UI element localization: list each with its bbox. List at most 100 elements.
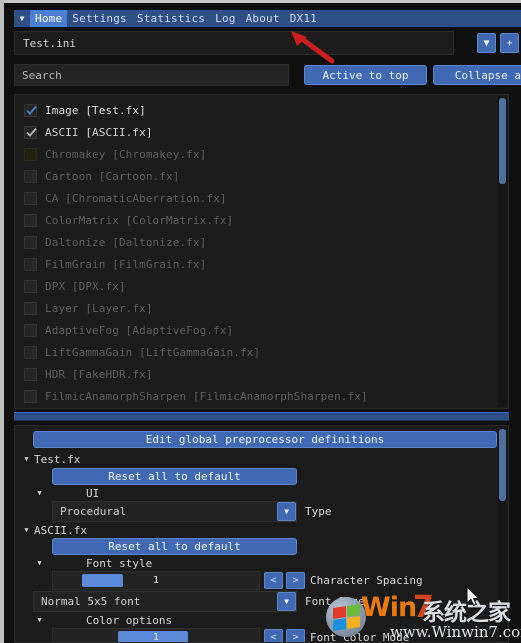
effect-list-item[interactable]: Chromakey [Chromakey.fx] xyxy=(15,143,498,165)
font-color-mode-increment-button[interactable]: > xyxy=(286,629,305,642)
effect-list-item[interactable]: DPX [DPX.fx] xyxy=(15,275,498,297)
effect-list-item[interactable]: AdaptiveFog [AdaptiveFog.fx] xyxy=(15,319,498,341)
effect-list-item[interactable]: FilmicAnamorphSharpen [FilmicAnamorphSha… xyxy=(15,385,498,407)
tab-statistics-label: Statistics xyxy=(136,12,206,25)
tab-dx11-label: DX11 xyxy=(289,12,318,25)
effect-checkbox[interactable] xyxy=(24,191,37,205)
effect-label: ASCII [ASCII.fx] xyxy=(45,125,153,139)
effect-checkbox[interactable] xyxy=(24,169,37,183)
effect-checkbox[interactable] xyxy=(24,125,37,139)
chevron-down-icon: ▼ xyxy=(483,37,490,49)
tab-log[interactable]: Log xyxy=(210,10,240,27)
effect-checkbox[interactable] xyxy=(24,213,37,227)
font-color-mode-decrement-button[interactable]: < xyxy=(264,629,283,642)
character-spacing-caption: Character Spacing xyxy=(310,574,423,587)
scrollbar-thumb[interactable] xyxy=(499,429,506,501)
preset-add-label: + xyxy=(506,37,513,49)
reset-all-label: Reset all to default xyxy=(108,470,241,483)
section-header-ascii-fx[interactable]: ▼ ASCII.fx xyxy=(21,522,87,538)
reset-all-button-test-fx[interactable]: Reset all to default xyxy=(52,468,297,485)
effect-checkbox[interactable] xyxy=(24,345,37,359)
chevron-down-icon[interactable]: ▼ xyxy=(277,592,296,611)
tab-settings[interactable]: Settings xyxy=(67,10,132,27)
effect-checkbox[interactable] xyxy=(24,367,37,381)
effect-list-item[interactable]: Image [Test.fx] xyxy=(15,99,498,121)
reset-all-label: Reset all to default xyxy=(108,540,241,553)
tab-dx11[interactable]: DX11 xyxy=(285,10,322,27)
preset-add-button[interactable]: + xyxy=(500,33,519,53)
font-size-combo[interactable]: Normal 5x5 font ▼ xyxy=(33,591,297,612)
effects-list-scrollbar[interactable] xyxy=(498,96,507,407)
type-combo-value: Procedural xyxy=(60,505,127,518)
edit-global-preprocessor-button[interactable]: Edit global preprocessor definitions xyxy=(33,431,497,448)
chevron-down-icon[interactable]: ▼ xyxy=(277,502,296,521)
effect-list-item[interactable]: LUT [LUT.fx] xyxy=(15,407,498,408)
effect-list-item[interactable]: Daltonize [Daltonize.fx] xyxy=(15,231,498,253)
search-input-value: Search xyxy=(22,68,62,82)
font-size-combo-caption: Font Size xyxy=(305,595,365,608)
effect-checkbox[interactable] xyxy=(24,301,37,315)
chevron-down-icon: ▼ xyxy=(24,526,29,534)
section-name: Test.fx xyxy=(34,452,81,466)
effect-list-item[interactable]: FilmGrain [FilmGrain.fx] xyxy=(15,253,498,275)
search-input[interactable]: Search xyxy=(14,64,289,86)
effect-checkbox[interactable] xyxy=(24,257,37,271)
chevron-down-icon: ▼ xyxy=(37,489,42,497)
effect-checkbox[interactable] xyxy=(24,323,37,337)
preset-path-input[interactable]: Test.ini xyxy=(14,31,454,55)
group-header-ui[interactable]: ▼ UI xyxy=(33,485,99,501)
preset-row: Test.ini ▼ + − xyxy=(14,31,519,55)
effect-list-item[interactable]: ColorMatrix [ColorMatrix.fx] xyxy=(15,209,498,231)
tab-home[interactable]: Home xyxy=(30,10,68,27)
edit-global-preprocessor-label: Edit global preprocessor definitions xyxy=(145,433,385,446)
title-strip xyxy=(4,3,521,9)
search-row: Search Active to top Collapse all xyxy=(14,64,521,86)
type-combo[interactable]: Procedural ▼ xyxy=(52,501,297,522)
effect-checkbox[interactable] xyxy=(24,103,37,117)
effect-checkbox[interactable] xyxy=(24,279,37,293)
active-to-top-button[interactable]: Active to top xyxy=(304,65,427,85)
reset-all-button-ascii-fx[interactable]: Reset all to default xyxy=(52,538,297,555)
effects-list: Image [Test.fx] ASCII [ASCII.fx] Chromak… xyxy=(15,95,498,408)
effect-checkbox[interactable] xyxy=(24,147,37,161)
tab-about-label: About xyxy=(245,12,280,25)
effect-list-item[interactable]: LiftGammaGain [LiftGammaGain.fx] xyxy=(15,341,498,363)
section-header-test-fx[interactable]: ▼ Test.fx xyxy=(21,451,80,467)
panel-splitter[interactable] xyxy=(14,412,509,421)
effect-checkbox[interactable] xyxy=(24,235,37,249)
scrollbar-thumb[interactable] xyxy=(499,98,506,184)
tab-about[interactable]: About xyxy=(241,10,285,27)
effects-list-panel[interactable]: Image [Test.fx] ASCII [ASCII.fx] Chromak… xyxy=(14,94,509,409)
character-spacing-decrement-button[interactable]: < xyxy=(264,572,283,589)
chevron-down-icon: ▼ xyxy=(24,455,29,463)
effect-checkbox[interactable] xyxy=(24,389,37,403)
tab-statistics[interactable]: Statistics xyxy=(132,10,210,27)
effect-list-item[interactable]: HDR [FakeHDR.fx] xyxy=(15,363,498,385)
chevron-down-icon: ▼ xyxy=(37,559,42,567)
effect-label: FilmicAnamorphSharpen [FilmicAnamorphSha… xyxy=(45,389,368,403)
tab-home-label: Home xyxy=(35,12,63,25)
collapse-all-button[interactable]: Collapse all xyxy=(433,65,521,85)
font-color-mode-caption: Font Color Mode xyxy=(310,631,410,643)
tab-log-label: Log xyxy=(215,12,236,25)
effect-list-item[interactable]: CA [ChromaticAberration.fx] xyxy=(15,187,498,209)
group-header-color-options[interactable]: ▼ Color options xyxy=(33,612,172,628)
effect-list-item[interactable]: ASCII [ASCII.fx] xyxy=(15,121,498,143)
effect-label: ColorMatrix [ColorMatrix.fx] xyxy=(45,213,234,227)
main-tab-bar: ▼ Home Settings Statistics Log About DX1… xyxy=(14,10,521,27)
character-spacing-increment-button[interactable]: > xyxy=(286,572,305,589)
group-header-font-style[interactable]: ▼ Font style xyxy=(33,555,152,571)
check-icon xyxy=(26,127,37,137)
type-combo-caption: Type xyxy=(305,505,332,518)
settings-panel-scrollbar[interactable] xyxy=(498,427,507,641)
font-color-mode-slider[interactable]: 1 xyxy=(52,628,260,642)
character-spacing-slider[interactable]: 1 xyxy=(52,571,260,590)
effect-label: Cartoon [Cartoon.fx] xyxy=(45,169,180,183)
effect-list-item[interactable]: Layer [Layer.fx] xyxy=(15,297,498,319)
effect-settings-panel[interactable]: Edit global preprocessor definitions ▼ T… xyxy=(14,425,509,643)
effect-list-item[interactable]: Cartoon [Cartoon.fx] xyxy=(15,165,498,187)
preset-dropdown-button[interactable]: ▼ xyxy=(477,33,496,53)
reshade-overlay-window: ▼ Home Settings Statistics Log About DX1… xyxy=(0,0,521,643)
preset-path-value: Test.ini xyxy=(23,36,76,50)
chevron-down-icon[interactable]: ▼ xyxy=(14,10,30,27)
